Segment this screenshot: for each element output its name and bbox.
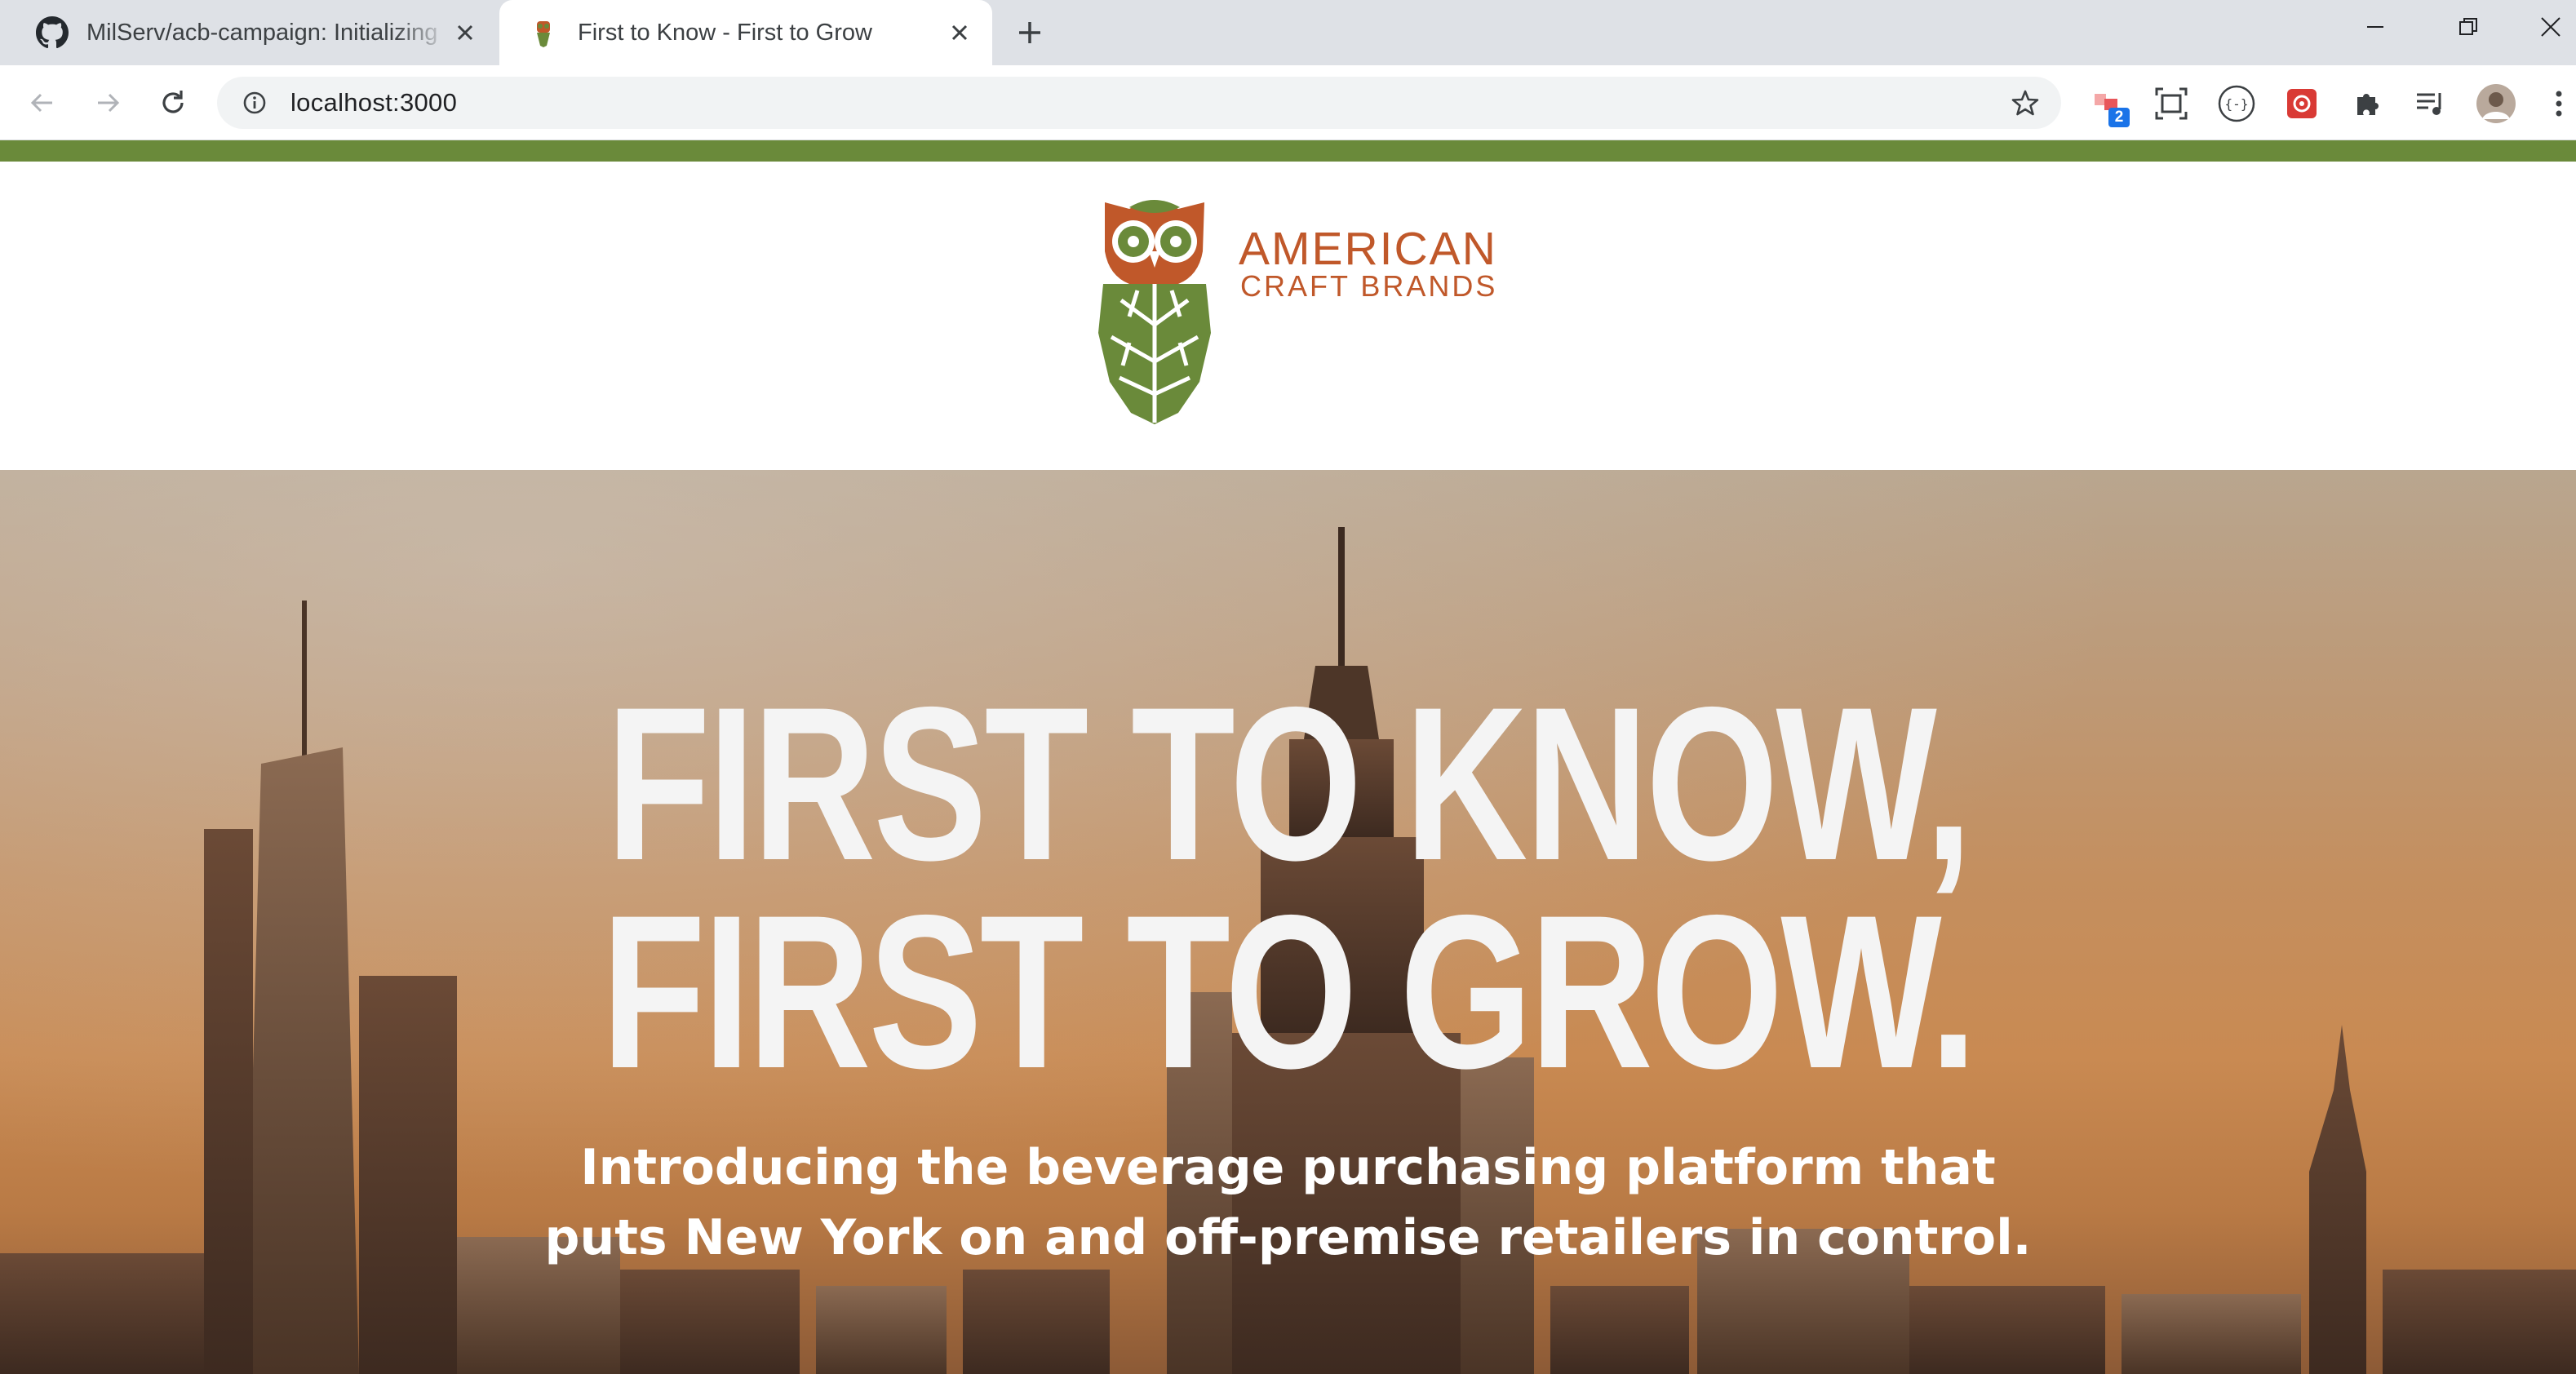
tab-first-to-know[interactable]: First to Know - First to Grow: [499, 0, 992, 65]
owl-logo-icon: [1098, 200, 1211, 424]
bookmark-star-icon[interactable]: [2009, 86, 2042, 119]
hero-title-line2: FIRST TO GROW.: [601, 869, 1977, 1114]
minimize-button[interactable]: [2339, 0, 2412, 54]
close-tab-icon[interactable]: [449, 16, 481, 49]
new-tab-button[interactable]: [1012, 15, 1048, 51]
close-window-button[interactable]: [2525, 0, 2576, 54]
back-button[interactable]: [23, 83, 62, 122]
extension-badge: 2: [2108, 108, 2130, 127]
browser-menu-icon[interactable]: [2544, 83, 2574, 124]
close-tab-icon[interactable]: [943, 16, 976, 49]
url-text: localhost:3000: [290, 88, 458, 117]
extension-red-icon[interactable]: [2281, 83, 2322, 124]
hero-subtitle-line1: Introducing the beverage purchasing plat…: [580, 1139, 1996, 1196]
top-accent-bar: [0, 140, 2576, 162]
json-viewer-icon[interactable]: {-}: [2216, 83, 2257, 124]
forward-button[interactable]: [88, 83, 127, 122]
tab-strip: MilServ/acb-campaign: Initializing First…: [0, 0, 2576, 65]
logo-text-american: AMERICAN: [1239, 223, 1497, 275]
svg-text:{-}: {-}: [2225, 96, 2249, 112]
reload-button[interactable]: [153, 83, 193, 122]
hero-title-line1: FIRST TO KNOW,: [605, 661, 1972, 906]
hero-section: FIRST TO KNOW, FIRST TO GROW. Introducin…: [0, 470, 2576, 1374]
tab-title: MilServ/acb-campaign: Initializing: [86, 19, 438, 46]
media-playlist-icon[interactable]: [2410, 83, 2451, 124]
hero-subtitle-line2: puts New York on and off-premise retaile…: [544, 1209, 2032, 1266]
tab-title: First to Know - First to Grow: [578, 19, 872, 46]
logo-text-craft-brands: CRAFT BRANDS: [1240, 269, 1498, 303]
github-icon: [36, 16, 69, 49]
restore-button[interactable]: [2432, 0, 2505, 54]
owl-favicon-icon: [527, 16, 560, 49]
screen-capture-icon[interactable]: [2151, 83, 2192, 124]
profile-avatar[interactable]: [2476, 83, 2516, 124]
extensions-puzzle-icon[interactable]: [2347, 83, 2388, 124]
browser-toolbar: localhost:3000 2 {-}: [0, 65, 2576, 140]
tab-github[interactable]: MilServ/acb-campaign: Initializing: [0, 0, 498, 65]
site-info-icon[interactable]: [238, 86, 271, 119]
extension-tracker-icon[interactable]: 2: [2087, 83, 2130, 127]
address-bar[interactable]: localhost:3000: [217, 77, 2061, 129]
